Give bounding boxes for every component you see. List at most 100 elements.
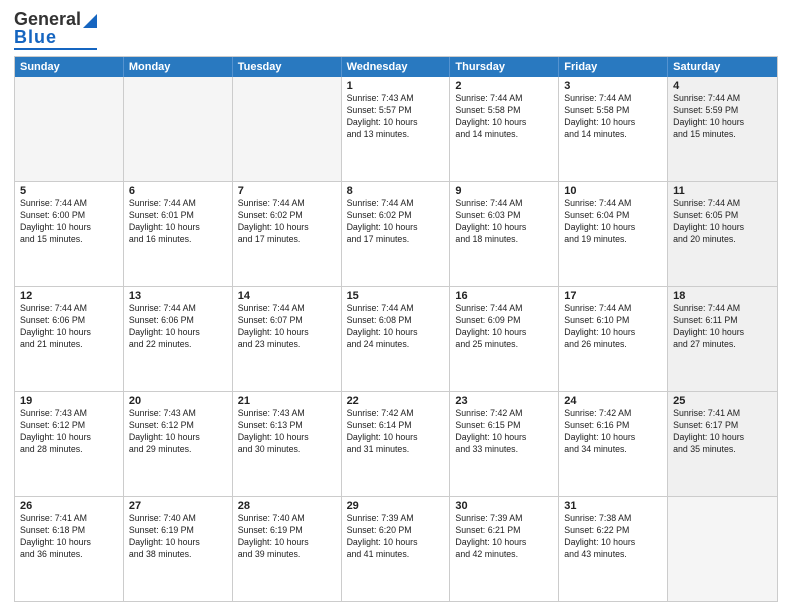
day-number: 4 — [673, 80, 772, 92]
day-of-week-header: Thursday — [450, 57, 559, 77]
calendar-cell: 15Sunrise: 7:44 AM Sunset: 6:08 PM Dayli… — [342, 287, 451, 391]
logo-blue-text: Blue — [14, 28, 57, 46]
calendar-cell: 10Sunrise: 7:44 AM Sunset: 6:04 PM Dayli… — [559, 182, 668, 286]
cell-info: Sunrise: 7:44 AM Sunset: 6:02 PM Dayligh… — [347, 198, 445, 246]
calendar-cell: 13Sunrise: 7:44 AM Sunset: 6:06 PM Dayli… — [124, 287, 233, 391]
day-number: 7 — [238, 185, 336, 197]
day-number: 23 — [455, 395, 553, 407]
day-number: 26 — [20, 500, 118, 512]
day-number: 5 — [20, 185, 118, 197]
cell-info: Sunrise: 7:44 AM Sunset: 6:07 PM Dayligh… — [238, 303, 336, 351]
cell-info: Sunrise: 7:44 AM Sunset: 5:58 PM Dayligh… — [455, 93, 553, 141]
calendar-body: 1Sunrise: 7:43 AM Sunset: 5:57 PM Daylig… — [15, 77, 777, 601]
calendar-cell: 1Sunrise: 7:43 AM Sunset: 5:57 PM Daylig… — [342, 77, 451, 181]
day-number: 29 — [347, 500, 445, 512]
calendar-cell: 30Sunrise: 7:39 AM Sunset: 6:21 PM Dayli… — [450, 497, 559, 601]
header: General Blue — [14, 10, 778, 50]
calendar-cell: 27Sunrise: 7:40 AM Sunset: 6:19 PM Dayli… — [124, 497, 233, 601]
calendar-cell: 11Sunrise: 7:44 AM Sunset: 6:05 PM Dayli… — [668, 182, 777, 286]
calendar-cell: 18Sunrise: 7:44 AM Sunset: 6:11 PM Dayli… — [668, 287, 777, 391]
calendar-cell: 4Sunrise: 7:44 AM Sunset: 5:59 PM Daylig… — [668, 77, 777, 181]
calendar-cell: 3Sunrise: 7:44 AM Sunset: 5:58 PM Daylig… — [559, 77, 668, 181]
cell-info: Sunrise: 7:44 AM Sunset: 6:03 PM Dayligh… — [455, 198, 553, 246]
calendar-cell — [124, 77, 233, 181]
calendar-cell: 23Sunrise: 7:42 AM Sunset: 6:15 PM Dayli… — [450, 392, 559, 496]
logo: General Blue — [14, 10, 97, 50]
day-number: 9 — [455, 185, 553, 197]
day-number: 11 — [673, 185, 772, 197]
day-number: 21 — [238, 395, 336, 407]
cell-info: Sunrise: 7:41 AM Sunset: 6:18 PM Dayligh… — [20, 513, 118, 561]
day-of-week-header: Friday — [559, 57, 668, 77]
day-number: 6 — [129, 185, 227, 197]
day-number: 1 — [347, 80, 445, 92]
day-of-week-header: Sunday — [15, 57, 124, 77]
cell-info: Sunrise: 7:44 AM Sunset: 6:10 PM Dayligh… — [564, 303, 662, 351]
day-of-week-header: Saturday — [668, 57, 777, 77]
day-number: 31 — [564, 500, 662, 512]
day-of-week-header: Wednesday — [342, 57, 451, 77]
cell-info: Sunrise: 7:44 AM Sunset: 6:01 PM Dayligh… — [129, 198, 227, 246]
cell-info: Sunrise: 7:42 AM Sunset: 6:15 PM Dayligh… — [455, 408, 553, 456]
cell-info: Sunrise: 7:42 AM Sunset: 6:14 PM Dayligh… — [347, 408, 445, 456]
cell-info: Sunrise: 7:44 AM Sunset: 6:06 PM Dayligh… — [20, 303, 118, 351]
calendar-cell: 19Sunrise: 7:43 AM Sunset: 6:12 PM Dayli… — [15, 392, 124, 496]
cell-info: Sunrise: 7:38 AM Sunset: 6:22 PM Dayligh… — [564, 513, 662, 561]
calendar-header: SundayMondayTuesdayWednesdayThursdayFrid… — [15, 57, 777, 77]
cell-info: Sunrise: 7:44 AM Sunset: 5:58 PM Dayligh… — [564, 93, 662, 141]
cell-info: Sunrise: 7:43 AM Sunset: 6:13 PM Dayligh… — [238, 408, 336, 456]
calendar-cell: 25Sunrise: 7:41 AM Sunset: 6:17 PM Dayli… — [668, 392, 777, 496]
day-number: 27 — [129, 500, 227, 512]
cell-info: Sunrise: 7:41 AM Sunset: 6:17 PM Dayligh… — [673, 408, 772, 456]
calendar-week: 26Sunrise: 7:41 AM Sunset: 6:18 PM Dayli… — [15, 497, 777, 601]
cell-info: Sunrise: 7:44 AM Sunset: 6:08 PM Dayligh… — [347, 303, 445, 351]
cell-info: Sunrise: 7:44 AM Sunset: 6:02 PM Dayligh… — [238, 198, 336, 246]
cell-info: Sunrise: 7:40 AM Sunset: 6:19 PM Dayligh… — [238, 513, 336, 561]
cell-info: Sunrise: 7:39 AM Sunset: 6:21 PM Dayligh… — [455, 513, 553, 561]
calendar-cell: 17Sunrise: 7:44 AM Sunset: 6:10 PM Dayli… — [559, 287, 668, 391]
cell-info: Sunrise: 7:43 AM Sunset: 6:12 PM Dayligh… — [129, 408, 227, 456]
calendar-week: 12Sunrise: 7:44 AM Sunset: 6:06 PM Dayli… — [15, 287, 777, 392]
calendar-week: 5Sunrise: 7:44 AM Sunset: 6:00 PM Daylig… — [15, 182, 777, 287]
calendar-cell: 26Sunrise: 7:41 AM Sunset: 6:18 PM Dayli… — [15, 497, 124, 601]
day-of-week-header: Tuesday — [233, 57, 342, 77]
day-number: 12 — [20, 290, 118, 302]
calendar-week: 1Sunrise: 7:43 AM Sunset: 5:57 PM Daylig… — [15, 77, 777, 182]
calendar-cell: 5Sunrise: 7:44 AM Sunset: 6:00 PM Daylig… — [15, 182, 124, 286]
cell-info: Sunrise: 7:44 AM Sunset: 6:04 PM Dayligh… — [564, 198, 662, 246]
cell-info: Sunrise: 7:44 AM Sunset: 6:09 PM Dayligh… — [455, 303, 553, 351]
cell-info: Sunrise: 7:43 AM Sunset: 6:12 PM Dayligh… — [20, 408, 118, 456]
calendar-cell: 29Sunrise: 7:39 AM Sunset: 6:20 PM Dayli… — [342, 497, 451, 601]
cell-info: Sunrise: 7:39 AM Sunset: 6:20 PM Dayligh… — [347, 513, 445, 561]
day-of-week-header: Monday — [124, 57, 233, 77]
day-number: 28 — [238, 500, 336, 512]
day-number: 16 — [455, 290, 553, 302]
calendar-cell: 14Sunrise: 7:44 AM Sunset: 6:07 PM Dayli… — [233, 287, 342, 391]
calendar-cell: 16Sunrise: 7:44 AM Sunset: 6:09 PM Dayli… — [450, 287, 559, 391]
calendar-cell — [233, 77, 342, 181]
calendar-cell — [15, 77, 124, 181]
day-number: 14 — [238, 290, 336, 302]
calendar-cell — [668, 497, 777, 601]
day-number: 2 — [455, 80, 553, 92]
cell-info: Sunrise: 7:43 AM Sunset: 5:57 PM Dayligh… — [347, 93, 445, 141]
calendar-cell: 9Sunrise: 7:44 AM Sunset: 6:03 PM Daylig… — [450, 182, 559, 286]
cell-info: Sunrise: 7:40 AM Sunset: 6:19 PM Dayligh… — [129, 513, 227, 561]
day-number: 13 — [129, 290, 227, 302]
day-number: 19 — [20, 395, 118, 407]
day-number: 8 — [347, 185, 445, 197]
calendar-cell: 6Sunrise: 7:44 AM Sunset: 6:01 PM Daylig… — [124, 182, 233, 286]
day-number: 15 — [347, 290, 445, 302]
cell-info: Sunrise: 7:44 AM Sunset: 5:59 PM Dayligh… — [673, 93, 772, 141]
logo-underline — [14, 48, 97, 50]
day-number: 30 — [455, 500, 553, 512]
calendar: SundayMondayTuesdayWednesdayThursdayFrid… — [14, 56, 778, 602]
cell-info: Sunrise: 7:44 AM Sunset: 6:00 PM Dayligh… — [20, 198, 118, 246]
day-number: 22 — [347, 395, 445, 407]
cell-info: Sunrise: 7:42 AM Sunset: 6:16 PM Dayligh… — [564, 408, 662, 456]
calendar-cell: 22Sunrise: 7:42 AM Sunset: 6:14 PM Dayli… — [342, 392, 451, 496]
day-number: 10 — [564, 185, 662, 197]
calendar-cell: 2Sunrise: 7:44 AM Sunset: 5:58 PM Daylig… — [450, 77, 559, 181]
cell-info: Sunrise: 7:44 AM Sunset: 6:05 PM Dayligh… — [673, 198, 772, 246]
calendar-cell: 12Sunrise: 7:44 AM Sunset: 6:06 PM Dayli… — [15, 287, 124, 391]
